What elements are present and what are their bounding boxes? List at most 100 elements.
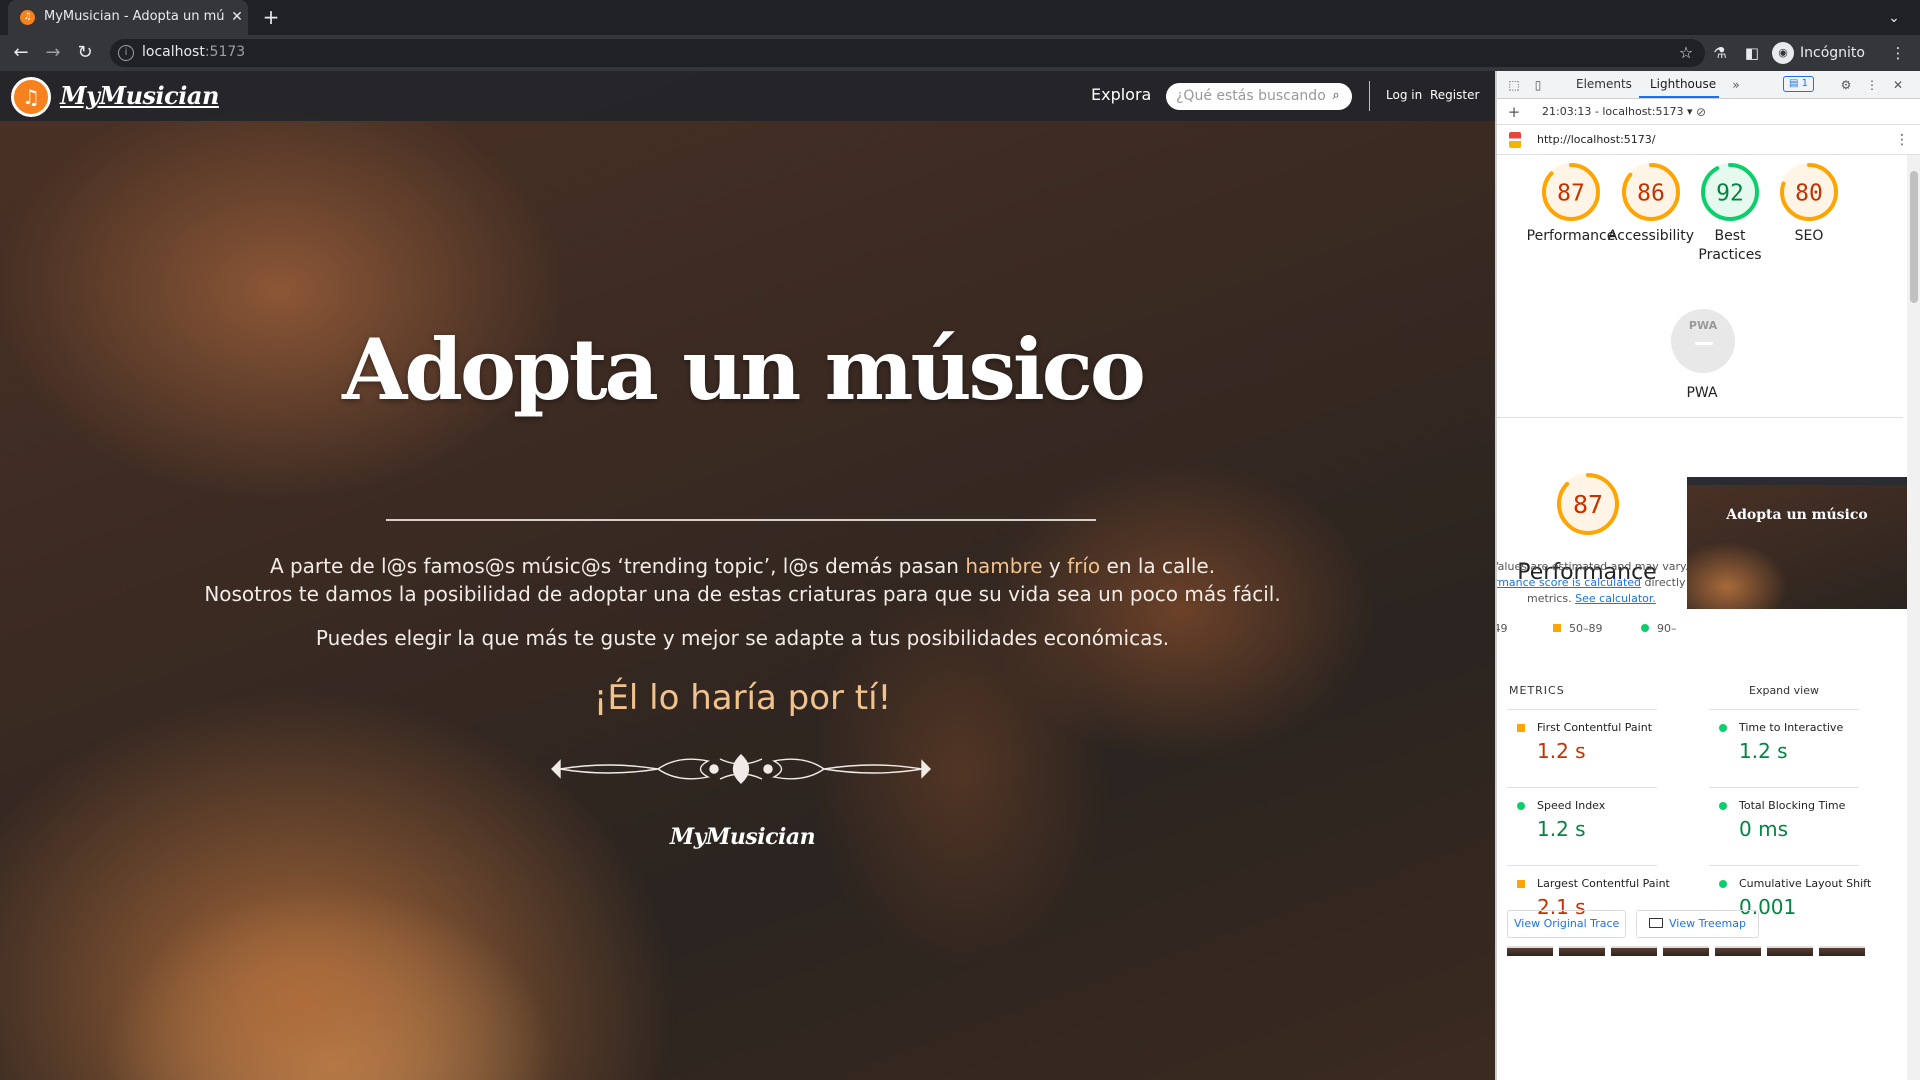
legend-fail-label: 0–49 xyxy=(1497,622,1508,635)
nav-explora-link[interactable]: Explora xyxy=(1091,85,1151,104)
metric-label: Speed Index xyxy=(1537,799,1606,812)
back-icon[interactable]: ← xyxy=(8,40,34,66)
final-screenshot-thumbnail[interactable]: Adopta un músico xyxy=(1687,477,1907,609)
browser-tab[interactable]: ♫ MyMusician - Adopta un músico ✕ xyxy=(8,0,248,35)
devtools-menu-icon[interactable]: ⋮ xyxy=(1863,76,1881,94)
site-search-box: ⌕ xyxy=(1166,83,1352,110)
view-treemap-button[interactable]: View Treemap xyxy=(1636,910,1759,938)
metric-status-marker xyxy=(1719,724,1727,732)
issues-count: 1 xyxy=(1801,78,1809,89)
browser-menu-icon[interactable]: ⋮ xyxy=(1886,41,1910,65)
metric-status-marker xyxy=(1719,880,1727,888)
hero-word-frio: frío xyxy=(1067,554,1101,578)
gear-icon[interactable]: ⚙ xyxy=(1837,76,1855,94)
pwa-badge-text: PWA xyxy=(1688,319,1718,332)
devtools-scrollbar-thumb[interactable] xyxy=(1910,171,1918,303)
score-legend: 0–49 50–89 90–100 xyxy=(1497,616,1687,636)
tab-lighthouse[interactable]: Lighthouse xyxy=(1650,77,1716,91)
score-gauge-seo[interactable]: 80 SEO xyxy=(1761,163,1857,246)
pwa-label[interactable]: PWA xyxy=(1647,385,1757,401)
tab-close-icon[interactable]: ✕ xyxy=(228,8,246,26)
site-logo-music-icon[interactable]: ♫ xyxy=(11,77,51,117)
gauge-score: 86 xyxy=(1637,180,1665,206)
hero-word-hambre: hambre xyxy=(965,554,1043,578)
legend-pass-dot xyxy=(1641,624,1649,632)
site-info-icon[interactable]: i xyxy=(118,45,134,61)
report-menu-icon[interactable]: ⋮ xyxy=(1893,131,1911,149)
devtools-close-icon[interactable]: ✕ xyxy=(1889,76,1907,94)
more-tabs-icon[interactable]: » xyxy=(1727,76,1745,94)
devtools-tabbar: ⬚ ▯ Elements Lighthouse » ▤ 1 ⚙ ⋮ ✕ xyxy=(1497,71,1920,99)
page-viewport: ♫ MyMusician Explora ⌕ Log in Register A… xyxy=(0,71,1495,1080)
labs-flask-icon[interactable]: ⚗ xyxy=(1708,41,1732,65)
metric-label: Total Blocking Time xyxy=(1739,799,1846,812)
filmstrip-frame xyxy=(1819,946,1865,956)
side-panel-icon[interactable]: ◧ xyxy=(1740,41,1764,65)
hero-p1-end: en la calle. xyxy=(1100,554,1216,578)
perf-note-line3: metrics. See calculator. xyxy=(1527,592,1656,605)
reload-icon[interactable]: ↻ xyxy=(72,40,98,66)
new-tab-button[interactable]: + xyxy=(258,4,284,30)
metric-label: Largest Contentful Paint xyxy=(1537,877,1670,890)
view-original-trace-button[interactable]: View Original Trace xyxy=(1507,910,1627,938)
gauge-score: 87 xyxy=(1557,180,1585,206)
metric-value: 0 ms xyxy=(1739,817,1788,841)
expand-view-toggle[interactable]: Expand view xyxy=(1749,684,1819,697)
issues-badge[interactable]: ▤ 1 xyxy=(1783,76,1815,92)
see-calculator-link[interactable]: See calculator. xyxy=(1575,592,1656,605)
register-link[interactable]: Register xyxy=(1430,88,1479,102)
performance-note: Values are estimated and may vary. The p… xyxy=(1497,560,1687,620)
perf-note-line3-text: metrics. xyxy=(1527,592,1576,605)
address-bar-url[interactable]: localhost:5173 xyxy=(142,44,245,60)
incognito-profile-button[interactable]: ◉ Incógnito xyxy=(1772,39,1865,67)
hero-paragraph-1: A parte de l@s famos@s músic@s ‘trending… xyxy=(0,554,1485,578)
hero-divider xyxy=(386,519,1096,521)
inspect-element-icon[interactable]: ⬚ xyxy=(1505,76,1523,94)
hero-p1-start: A parte de l@s famos@s músic@s ‘trending… xyxy=(269,554,966,578)
legend-pass-label: 90–100 xyxy=(1657,622,1678,636)
forward-icon[interactable]: → xyxy=(40,40,66,66)
tab-elements[interactable]: Elements xyxy=(1576,77,1632,91)
score-gauge-label: SEO xyxy=(1794,228,1824,244)
thumb-header xyxy=(1687,477,1907,485)
legend-average-label: 50–89 xyxy=(1569,622,1603,635)
metric-status-marker xyxy=(1517,802,1525,810)
new-report-icon[interactable]: + xyxy=(1505,103,1523,121)
gauge-score: 87 xyxy=(1573,490,1603,519)
filmstrip-frame xyxy=(1611,946,1657,956)
metric-status-marker xyxy=(1517,724,1525,732)
url-port: :5173 xyxy=(204,44,246,60)
tab-search-icon[interactable]: ⌄ xyxy=(1882,6,1906,30)
lighthouse-logo-icon xyxy=(1509,132,1521,148)
devtools-panel: ⬚ ▯ Elements Lighthouse » ▤ 1 ⚙ ⋮ ✕ + 21… xyxy=(1496,71,1920,1080)
site-logo-text[interactable]: MyMusician xyxy=(60,81,219,110)
metric-total-blocking-time: Total Blocking Time 0 ms xyxy=(1709,787,1859,849)
hero-paragraph-3: Puedes elegir la que más te guste y mejo… xyxy=(315,626,1170,650)
performance-gauge: 87 xyxy=(1557,473,1619,539)
filmstrip-frame xyxy=(1663,946,1709,956)
perf-score-link[interactable]: performance score is calculated xyxy=(1497,576,1641,589)
thumb-title: Adopta un músico xyxy=(1726,507,1868,523)
metric-value: 1.2 s xyxy=(1739,739,1788,763)
browser-tabstrip: ♫ MyMusician - Adopta un músico ✕ + ⌄ xyxy=(0,0,1920,35)
metric-status-marker xyxy=(1719,802,1727,810)
report-url[interactable]: http://localhost:5173/ xyxy=(1537,133,1655,146)
bookmark-star-icon[interactable]: ☆ xyxy=(1675,42,1697,64)
treemap-icon xyxy=(1649,918,1663,928)
login-link[interactable]: Log in xyxy=(1386,88,1422,102)
report-selector[interactable]: 21:03:13 - localhost:5173 ▾ xyxy=(1542,105,1692,118)
clear-reports-icon[interactable]: ⊘ xyxy=(1692,103,1710,121)
incognito-icon: ◉ xyxy=(1772,42,1794,64)
address-bar[interactable]: i localhost:5173 ☆ xyxy=(110,39,1705,67)
filmstrip-frame xyxy=(1559,946,1605,956)
metric-value: 1.2 s xyxy=(1537,739,1586,763)
device-toolbar-icon[interactable]: ▯ xyxy=(1529,76,1547,94)
metric-label: Time to Interactive xyxy=(1739,721,1844,734)
hero-paragraph-2: Nosotros te damos la posibilidad de adop… xyxy=(204,582,1281,606)
metrics-title: METRICS xyxy=(1509,684,1565,697)
search-icon[interactable]: ⌕ xyxy=(1328,88,1344,104)
metric-value: 1.2 s xyxy=(1537,817,1586,841)
site-search-input[interactable] xyxy=(1176,88,1326,104)
metric-status-marker xyxy=(1517,880,1525,888)
metric-time-to-interactive: Time to Interactive 1.2 s xyxy=(1709,709,1859,771)
